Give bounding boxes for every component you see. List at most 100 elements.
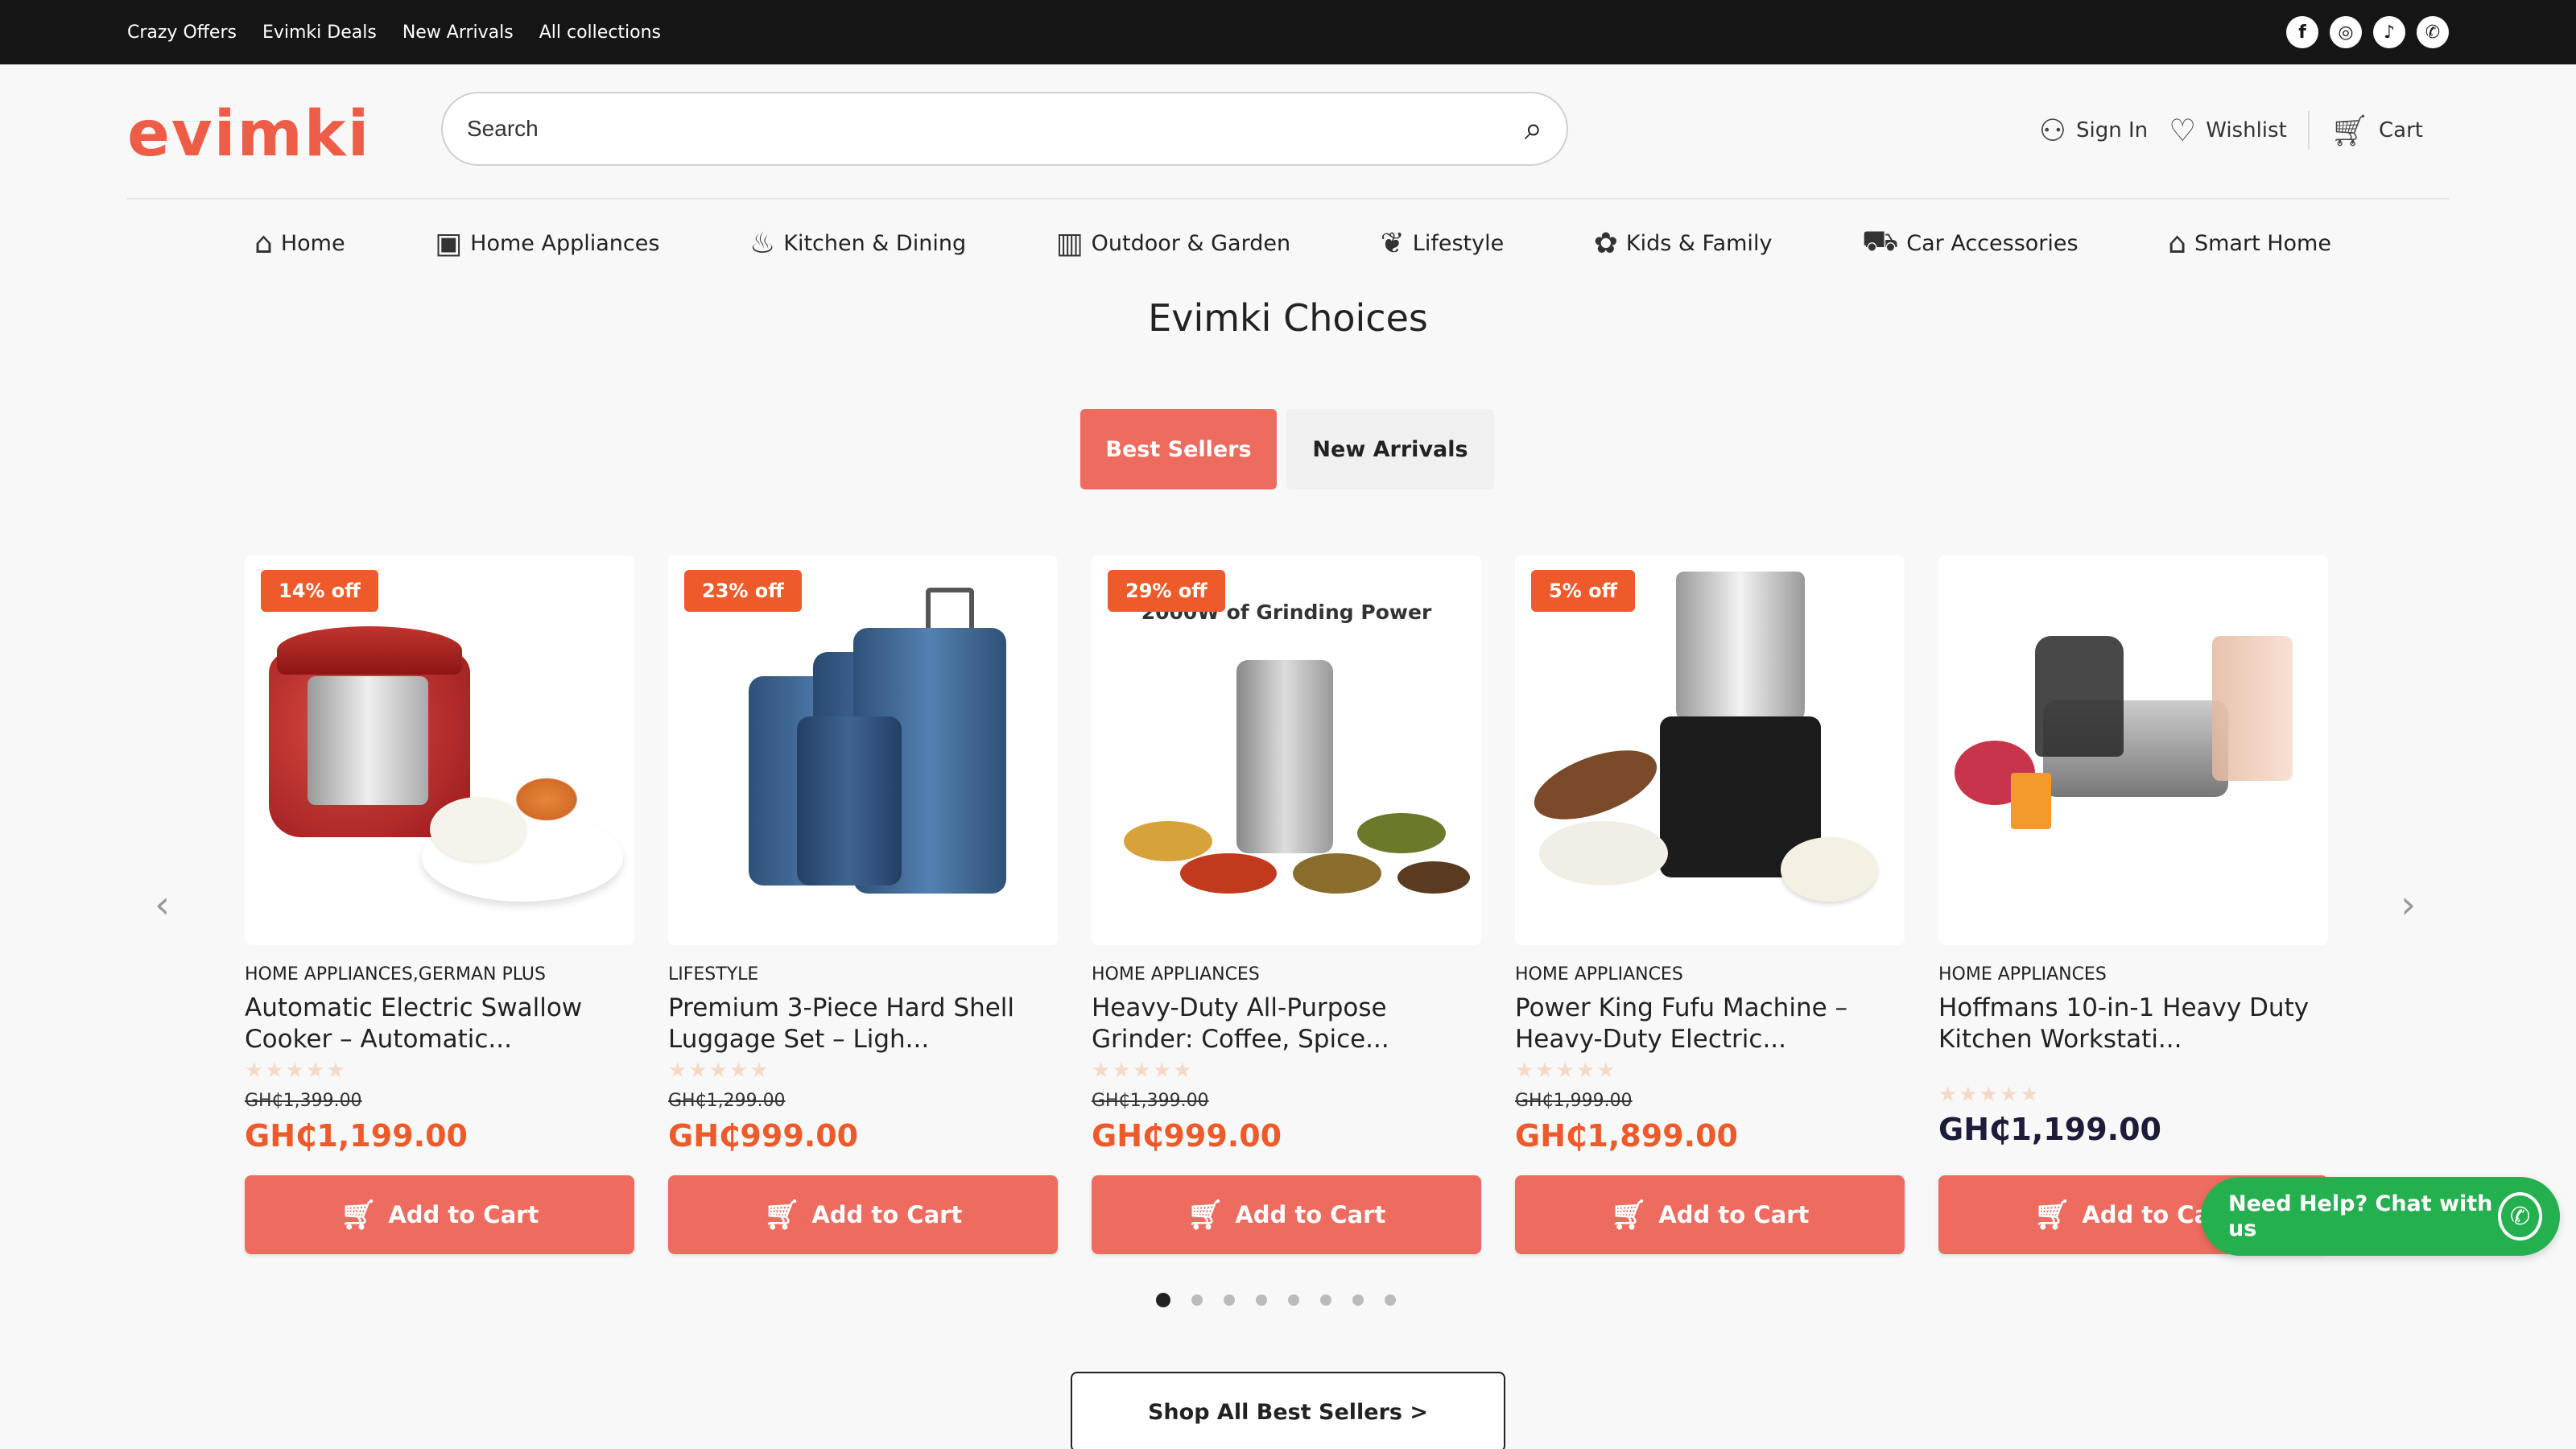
add-to-cart-button[interactable]: 🛒︎ Add to Cart bbox=[668, 1175, 1058, 1254]
top-link-all-collections[interactable]: All collections bbox=[539, 23, 661, 43]
add-to-cart-label: Add to Cart bbox=[811, 1201, 963, 1228]
nav-item-outdoor-garden[interactable]: ▥ Outdoor & Garden bbox=[1056, 227, 1290, 260]
pagination-dot[interactable] bbox=[1256, 1294, 1267, 1306]
discount-badge: 29% off bbox=[1108, 570, 1225, 612]
product-card[interactable]: 5% off HOME APPLIANCES Power King Fufu M… bbox=[1515, 555, 1905, 1256]
product-card[interactable]: HOME APPLIANCES Hoffmans 10-in-1 Heavy D… bbox=[1938, 555, 2328, 1256]
add-to-cart-label: Add to Cart bbox=[388, 1201, 539, 1228]
pagination-dot[interactable] bbox=[1352, 1294, 1364, 1306]
nav-label: Lifestyle bbox=[1412, 230, 1505, 256]
juice-glass-shape bbox=[2011, 773, 2051, 829]
pagination-dot[interactable] bbox=[1320, 1294, 1331, 1306]
original-price: GH₵1,399.00 bbox=[1092, 1091, 1209, 1111]
washing-machine-icon: ▣ bbox=[435, 226, 463, 260]
tab-best-sellers[interactable]: Best Sellers bbox=[1080, 409, 1277, 489]
facebook-icon[interactable]: f bbox=[2286, 16, 2318, 48]
product-card[interactable]: 23% off LIFESTYLE Premium 3-Piece Hard S… bbox=[668, 555, 1058, 1256]
add-to-cart-button[interactable]: 🛒︎ Add to Cart bbox=[245, 1175, 634, 1254]
cart-icon: 🛒︎ bbox=[1187, 1199, 1224, 1232]
pagination-dot[interactable] bbox=[1156, 1293, 1170, 1307]
nav-item-kids-family[interactable]: ✿ Kids & Family bbox=[1594, 227, 1773, 260]
product-image[interactable]: 14% off bbox=[245, 555, 634, 945]
product-card[interactable]: 14% off HOME APPLIANCES,GERMAN PLUS Auto… bbox=[245, 555, 634, 1256]
rating-stars: ★★★★★ bbox=[245, 1059, 347, 1083]
product-category: HOME APPLIANCES bbox=[1938, 964, 2107, 985]
top-link-crazy-offers[interactable]: Crazy Offers bbox=[127, 23, 237, 43]
car-icon: ⛟ bbox=[1861, 225, 1899, 258]
site-logo[interactable]: evimki bbox=[127, 98, 370, 171]
cart-icon: 🛒︎ bbox=[340, 1199, 378, 1232]
product-category: HOME APPLIANCES bbox=[1515, 964, 1683, 985]
add-to-cart-button[interactable]: 🛒︎ Add to Cart bbox=[1092, 1175, 1481, 1254]
discount-badge: 5% off bbox=[1531, 570, 1636, 612]
rating-stars: ★★★★★ bbox=[1938, 1083, 2041, 1107]
top-link-new-arrivals[interactable]: New Arrivals bbox=[402, 23, 514, 43]
nav-label: Outdoor & Garden bbox=[1091, 230, 1291, 256]
sign-in-label: Sign In bbox=[2075, 118, 2149, 142]
add-to-cart-button[interactable]: 🛒︎ Add to Cart bbox=[1515, 1175, 1905, 1254]
cabinet-icon: ▥ bbox=[1055, 226, 1084, 260]
top-link-evimki-deals[interactable]: Evimki Deals bbox=[262, 23, 377, 43]
shop-all-best-sellers-button[interactable]: Shop All Best Sellers > bbox=[1071, 1372, 1505, 1449]
whatsapp-icon[interactable]: ✆ bbox=[2417, 16, 2449, 48]
nav-item-smart-home[interactable]: ⌂ Smart Home bbox=[2168, 227, 2331, 260]
product-tabs: Best Sellers New Arrivals bbox=[1080, 409, 1494, 489]
product-image[interactable] bbox=[1938, 555, 2328, 945]
user-icon: ⚇ bbox=[2038, 113, 2066, 148]
cart-link[interactable]: 🛒︎ Cart bbox=[2330, 113, 2423, 149]
top-links: Crazy Offers Evimki Deals New Arrivals A… bbox=[127, 23, 661, 43]
sale-price: GH₵1,899.00 bbox=[1515, 1118, 1738, 1154]
add-to-cart-label: Add to Cart bbox=[1235, 1201, 1386, 1228]
search-input[interactable] bbox=[467, 116, 1525, 142]
pagination-dot[interactable] bbox=[1288, 1294, 1299, 1306]
pagination-dot[interactable] bbox=[1385, 1294, 1396, 1306]
original-price: GH₵1,399.00 bbox=[245, 1091, 362, 1111]
tiktok-icon[interactable]: ♪ bbox=[2373, 16, 2405, 48]
cart-label: Cart bbox=[2379, 118, 2423, 142]
carousel-prev-arrow[interactable]: ‹ bbox=[155, 882, 170, 927]
nav-item-car-accessories[interactable]: ⛟ Car Accessories bbox=[1862, 225, 2079, 262]
nav-item-kitchen-dining[interactable]: ♨ Kitchen & Dining bbox=[749, 227, 966, 260]
original-price: GH₵1,999.00 bbox=[1515, 1091, 1633, 1111]
sale-price: GH₵999.00 bbox=[1092, 1118, 1282, 1154]
product-image[interactable]: 5% off bbox=[1515, 555, 1905, 945]
sign-in-link[interactable]: ⚇ Sign In bbox=[2039, 113, 2148, 148]
section-title: Evimki Choices bbox=[1148, 296, 1428, 340]
wishlist-link[interactable]: ♡ Wishlist bbox=[2169, 113, 2287, 148]
spice-pile-shape bbox=[1293, 853, 1381, 894]
heart-icon: ♡ bbox=[2169, 113, 2197, 148]
nav-item-lifestyle[interactable]: ❦ Lifestyle bbox=[1381, 227, 1505, 260]
product-card[interactable]: 2000W of Grinding Power 29% off HOME APP… bbox=[1092, 555, 1481, 1256]
tab-new-arrivals[interactable]: New Arrivals bbox=[1286, 409, 1494, 489]
search-icon[interactable]: ⌕ bbox=[1525, 110, 1542, 147]
product-title[interactable]: Power King Fufu Machine – Heavy-Duty Ele… bbox=[1515, 993, 1905, 1055]
add-to-cart-label: Add to Cart bbox=[1658, 1201, 1810, 1228]
product-image[interactable]: 2000W of Grinding Power 29% off bbox=[1092, 555, 1481, 945]
cart-icon: 🛒︎ bbox=[1610, 1199, 1648, 1232]
nav-item-home-appliances[interactable]: ▣ Home Appliances bbox=[435, 227, 659, 260]
juicer-jar-shape bbox=[2035, 636, 2124, 757]
rating-stars: ★★★★★ bbox=[668, 1059, 770, 1083]
nav-label: Smart Home bbox=[2194, 230, 2331, 256]
nav-item-home[interactable]: ⌂ Home bbox=[254, 227, 345, 260]
home-icon: ⌂ bbox=[254, 226, 273, 260]
cooker-steel-shape bbox=[308, 676, 428, 805]
instagram-icon[interactable]: ◎ bbox=[2330, 16, 2362, 48]
pagination-dot[interactable] bbox=[1191, 1294, 1203, 1306]
product-title[interactable]: Heavy-Duty All-Purpose Grinder: Coffee, … bbox=[1092, 993, 1481, 1055]
product-title[interactable]: Hoffmans 10-in-1 Heavy Duty Kitchen Work… bbox=[1938, 993, 2328, 1055]
carousel-next-arrow[interactable]: › bbox=[2401, 882, 2416, 927]
whatsapp-chat-button[interactable]: Need Help? Chat with us ✆ bbox=[2201, 1177, 2560, 1256]
fufu-ball-shape bbox=[1781, 837, 1877, 902]
product-title[interactable]: Premium 3-Piece Hard Shell Luggage Set –… bbox=[668, 993, 1058, 1055]
whatsapp-icon: ✆ bbox=[2498, 1192, 2542, 1241]
product-title[interactable]: Automatic Electric Swallow Cooker – Auto… bbox=[245, 993, 634, 1055]
price: GH₵1,199.00 bbox=[1938, 1112, 2161, 1147]
pagination-dot[interactable] bbox=[1224, 1294, 1235, 1306]
original-price: GH₵1,299.00 bbox=[668, 1091, 786, 1111]
product-image[interactable]: 23% off bbox=[668, 555, 1058, 945]
chat-label: Need Help? Chat with us bbox=[2228, 1191, 2493, 1241]
top-bar: Crazy Offers Evimki Deals New Arrivals A… bbox=[0, 0, 2576, 64]
blender-jar-shape bbox=[2212, 636, 2293, 781]
nav-label: Car Accessories bbox=[1906, 230, 2079, 256]
